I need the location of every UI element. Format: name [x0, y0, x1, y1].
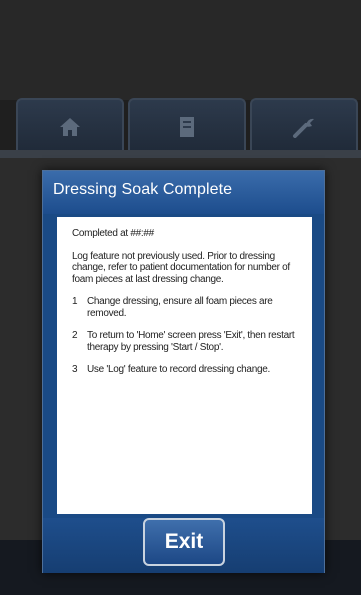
dialog-message: Completed at ##:## Log feature not previ… [57, 217, 312, 514]
tab-bar [0, 92, 361, 158]
document-icon [179, 116, 195, 143]
step-number: 2 [72, 330, 78, 341]
instruction-step: 1 Change dressing, ensure all foam piece… [72, 296, 300, 319]
tab-underline [0, 150, 361, 158]
log-notice-text: Log feature not previously used. Prior t… [72, 250, 290, 285]
tools-icon [292, 116, 316, 143]
home-icon [59, 117, 81, 142]
exit-button[interactable]: Exit [143, 518, 225, 566]
step-text: To return to 'Home' screen press 'Exit',… [87, 330, 295, 353]
dialog-footer: Exit [43, 518, 324, 573]
tab-tools[interactable] [250, 98, 358, 158]
dialog-title: Dressing Soak Complete [53, 181, 233, 198]
step-text: Use 'Log' feature to record dressing cha… [87, 364, 270, 375]
tab-documents[interactable] [128, 98, 246, 158]
device-top-bezel [0, 0, 361, 100]
step-number: 3 [72, 364, 78, 375]
instruction-step: 2 To return to 'Home' screen press 'Exit… [72, 330, 300, 353]
dialog-header: Dressing Soak Complete [43, 171, 324, 214]
instruction-step: 3 Use 'Log' feature to record dressing c… [72, 364, 300, 376]
completed-time-text: Completed at ##:## [72, 228, 154, 239]
step-text: Change dressing, ensure all foam pieces … [87, 296, 273, 319]
tab-home[interactable] [16, 98, 124, 158]
step-number: 1 [72, 296, 78, 307]
dressing-soak-dialog: Dressing Soak Complete Completed at ##:#… [42, 170, 325, 573]
